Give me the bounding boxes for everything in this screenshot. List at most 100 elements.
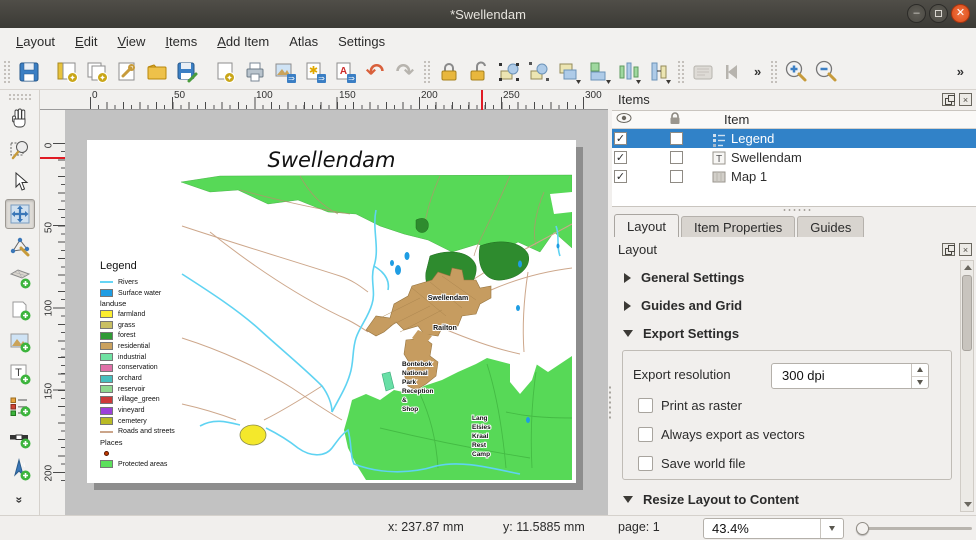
toolbar-overflow-button[interactable]: » xyxy=(748,64,767,79)
export-image-button[interactable]: ⇒ xyxy=(270,57,300,87)
add-north-arrow-button[interactable]: N xyxy=(5,455,35,485)
resize-items-button[interactable] xyxy=(644,57,674,87)
spin-up-icon[interactable] xyxy=(917,367,923,372)
layout-canvas[interactable]: Swellendam xyxy=(65,110,608,515)
new-layout-button[interactable]: ✦ xyxy=(52,57,82,87)
menu-add-item[interactable]: Add Item xyxy=(207,31,279,52)
toolbar-drag-handle[interactable] xyxy=(423,60,431,84)
raise-items-button[interactable] xyxy=(554,57,584,87)
tab-guides[interactable]: Guides xyxy=(797,216,864,237)
panel-splitter-handle[interactable] xyxy=(782,208,812,212)
toolbar-overflow-button[interactable]: » xyxy=(13,497,27,504)
combobox-dropdown-button[interactable] xyxy=(820,519,843,538)
menu-settings[interactable]: Settings xyxy=(328,31,395,52)
legend-entry: cemetery xyxy=(100,416,195,427)
add-map-button[interactable] xyxy=(5,263,35,293)
legend-item[interactable]: Legend Rivers Surface water landuse farm… xyxy=(100,260,195,469)
pan-tool-button[interactable] xyxy=(5,103,35,133)
export-resolution-spinbox[interactable]: 300 dpi xyxy=(771,363,929,389)
toolbar-overflow-button-right[interactable]: » xyxy=(951,64,970,79)
layout-page[interactable]: Swellendam xyxy=(87,140,576,483)
scroll-down-icon[interactable] xyxy=(964,502,972,507)
add-legend-button[interactable] xyxy=(5,391,35,421)
lock-items-button[interactable] xyxy=(434,57,464,87)
section-export-settings[interactable]: Export Settings xyxy=(620,326,739,341)
redo-button[interactable]: ↷ xyxy=(390,57,420,87)
zoom-tool-button[interactable] xyxy=(5,135,35,165)
add-picture-icon xyxy=(8,330,32,354)
export-pdf-button[interactable]: A⇒ xyxy=(330,57,360,87)
ruler-tick-label: 200 xyxy=(44,468,55,482)
menu-view[interactable]: View xyxy=(107,31,155,52)
save-as-button[interactable] xyxy=(172,57,202,87)
zoom-out-button[interactable] xyxy=(811,57,841,87)
select-all-button[interactable] xyxy=(494,57,524,87)
always-export-vectors-checkbox[interactable] xyxy=(638,427,653,442)
zoom-slider[interactable] xyxy=(856,527,972,530)
visibility-checkbox[interactable]: ✓ xyxy=(614,132,627,145)
item-row-map1[interactable]: ✓ Map 1 xyxy=(612,167,976,186)
minimize-button[interactable]: – xyxy=(907,4,926,23)
lock-checkbox[interactable] xyxy=(670,170,683,183)
menu-edit[interactable]: Edit xyxy=(65,31,107,52)
move-item-content-button[interactable] xyxy=(5,199,35,229)
tab-layout[interactable]: Layout xyxy=(614,214,679,237)
menu-items[interactable]: Items xyxy=(155,31,207,52)
add-picture-button[interactable] xyxy=(5,327,35,357)
close-panel-icon[interactable]: × xyxy=(959,243,972,256)
edit-nodes-button[interactable] xyxy=(5,231,35,261)
scrollbar-thumb[interactable] xyxy=(962,275,972,351)
zoom-in-button[interactable] xyxy=(781,57,811,87)
visibility-checkbox[interactable]: ✓ xyxy=(614,151,627,164)
item-row-swellendam[interactable]: ✓ T Swellendam xyxy=(612,148,976,167)
add-scalebar-button[interactable] xyxy=(5,423,35,453)
print-as-raster-checkbox[interactable] xyxy=(638,398,653,413)
save-button[interactable] xyxy=(14,57,44,87)
layout-manager-button[interactable] xyxy=(112,57,142,87)
save-as-template-button[interactable]: ✦ xyxy=(210,57,240,87)
maximize-button[interactable] xyxy=(929,4,948,23)
export-svg-button[interactable]: ✱⇒ xyxy=(300,57,330,87)
toolbar-drag-handle[interactable] xyxy=(770,60,778,84)
distribute-items-button[interactable] xyxy=(614,57,644,87)
save-world-file-checkbox[interactable] xyxy=(638,456,653,471)
zoom-slider-handle[interactable] xyxy=(856,522,869,535)
item-row-legend[interactable]: ✓ Legend xyxy=(612,129,976,148)
close-panel-icon[interactable]: × xyxy=(959,93,972,106)
lock-checkbox[interactable] xyxy=(670,132,683,145)
close-button[interactable]: ✕ xyxy=(951,4,970,23)
duplicate-layout-button[interactable]: ✦ xyxy=(82,57,112,87)
status-bar: x: 237.87 mm y: 11.5885 mm page: 1 43.4% xyxy=(0,515,976,540)
unlock-items-button[interactable] xyxy=(464,57,494,87)
toolbar-drag-handle[interactable] xyxy=(8,93,32,100)
undo-button[interactable]: ↶ xyxy=(360,57,390,87)
visibility-checkbox[interactable]: ✓ xyxy=(614,170,627,183)
align-items-button[interactable] xyxy=(584,57,614,87)
scroll-up-icon[interactable] xyxy=(964,265,972,270)
toolbar-drag-handle[interactable] xyxy=(3,60,11,84)
select-move-item-button[interactable] xyxy=(5,167,35,197)
items-panel-title: Items xyxy=(618,92,650,107)
vertical-scrollbar[interactable] xyxy=(960,260,974,512)
lock-checkbox[interactable] xyxy=(670,151,683,164)
tab-item-properties[interactable]: Item Properties xyxy=(681,216,795,237)
section-general-settings[interactable]: General Settings xyxy=(620,270,744,285)
menu-atlas[interactable]: Atlas xyxy=(279,31,328,52)
spin-buttons[interactable] xyxy=(911,364,928,388)
open-layout-button[interactable] xyxy=(142,57,172,87)
print-button[interactable] xyxy=(240,57,270,87)
add-3d-map-button[interactable] xyxy=(5,295,35,325)
deselect-all-button[interactable] xyxy=(524,57,554,87)
map-item[interactable]: Swellendam Railton Bontebok National Par… xyxy=(180,168,572,480)
menu-layout[interactable]: Layout xyxy=(6,31,65,52)
zoom-level-combobox[interactable]: 43.4% xyxy=(703,518,844,539)
item-label: Map 1 xyxy=(731,169,767,184)
spin-down-icon[interactable] xyxy=(917,380,923,385)
toolbar-drag-handle[interactable] xyxy=(677,60,685,84)
section-resize-layout[interactable]: Resize Layout to Content xyxy=(620,492,799,507)
section-guides-and-grid[interactable]: Guides and Grid xyxy=(620,298,742,313)
ruler-tick-label: 0 xyxy=(44,139,55,153)
float-panel-icon[interactable] xyxy=(942,243,955,256)
add-label-button[interactable]: T xyxy=(5,359,35,389)
float-panel-icon[interactable] xyxy=(942,93,955,106)
